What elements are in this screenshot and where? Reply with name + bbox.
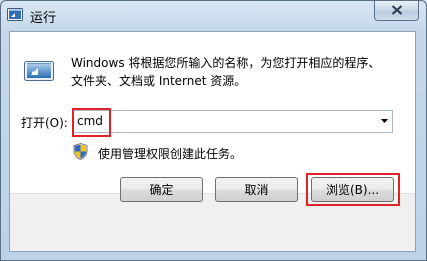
uac-shield-icon [73, 143, 88, 160]
description-line-2: 文件夹、文档或 Internet 资源。 [71, 74, 247, 88]
title-bar[interactable]: 运行 [1, 1, 426, 31]
input-highlight-box [72, 108, 111, 137]
run-dialog-icon [23, 59, 55, 83]
close-button[interactable] [374, 1, 419, 21]
open-label: 打开(O): [21, 116, 68, 130]
close-icon [391, 5, 403, 15]
description-line-1: Windows 将根据您所输入的名称，为您打开相应的程序、 [71, 56, 381, 70]
dialog-client-area: Windows 将根据您所输入的名称，为您打开相应的程序、 文件夹、文档或 In… [9, 31, 416, 252]
window-title: 运行 [30, 11, 57, 26]
run-dialog-window: 运行 Windows 将根据您所输入的名称，为您打开相应的程序、 文件夹、文档或… [0, 0, 427, 261]
admin-note: 使用管理权限创建此任务。 [98, 147, 243, 161]
ok-button[interactable]: 确定 [120, 177, 203, 202]
run-app-icon [7, 8, 23, 22]
dialog-description: Windows 将根据您所输入的名称，为您打开相应的程序、 文件夹、文档或 In… [71, 54, 380, 90]
browse-highlight-box [306, 173, 400, 206]
dropdown-arrow-icon[interactable] [381, 119, 388, 123]
cancel-button[interactable]: 取消 [215, 177, 298, 202]
open-combobox[interactable]: cmd [72, 110, 393, 133]
